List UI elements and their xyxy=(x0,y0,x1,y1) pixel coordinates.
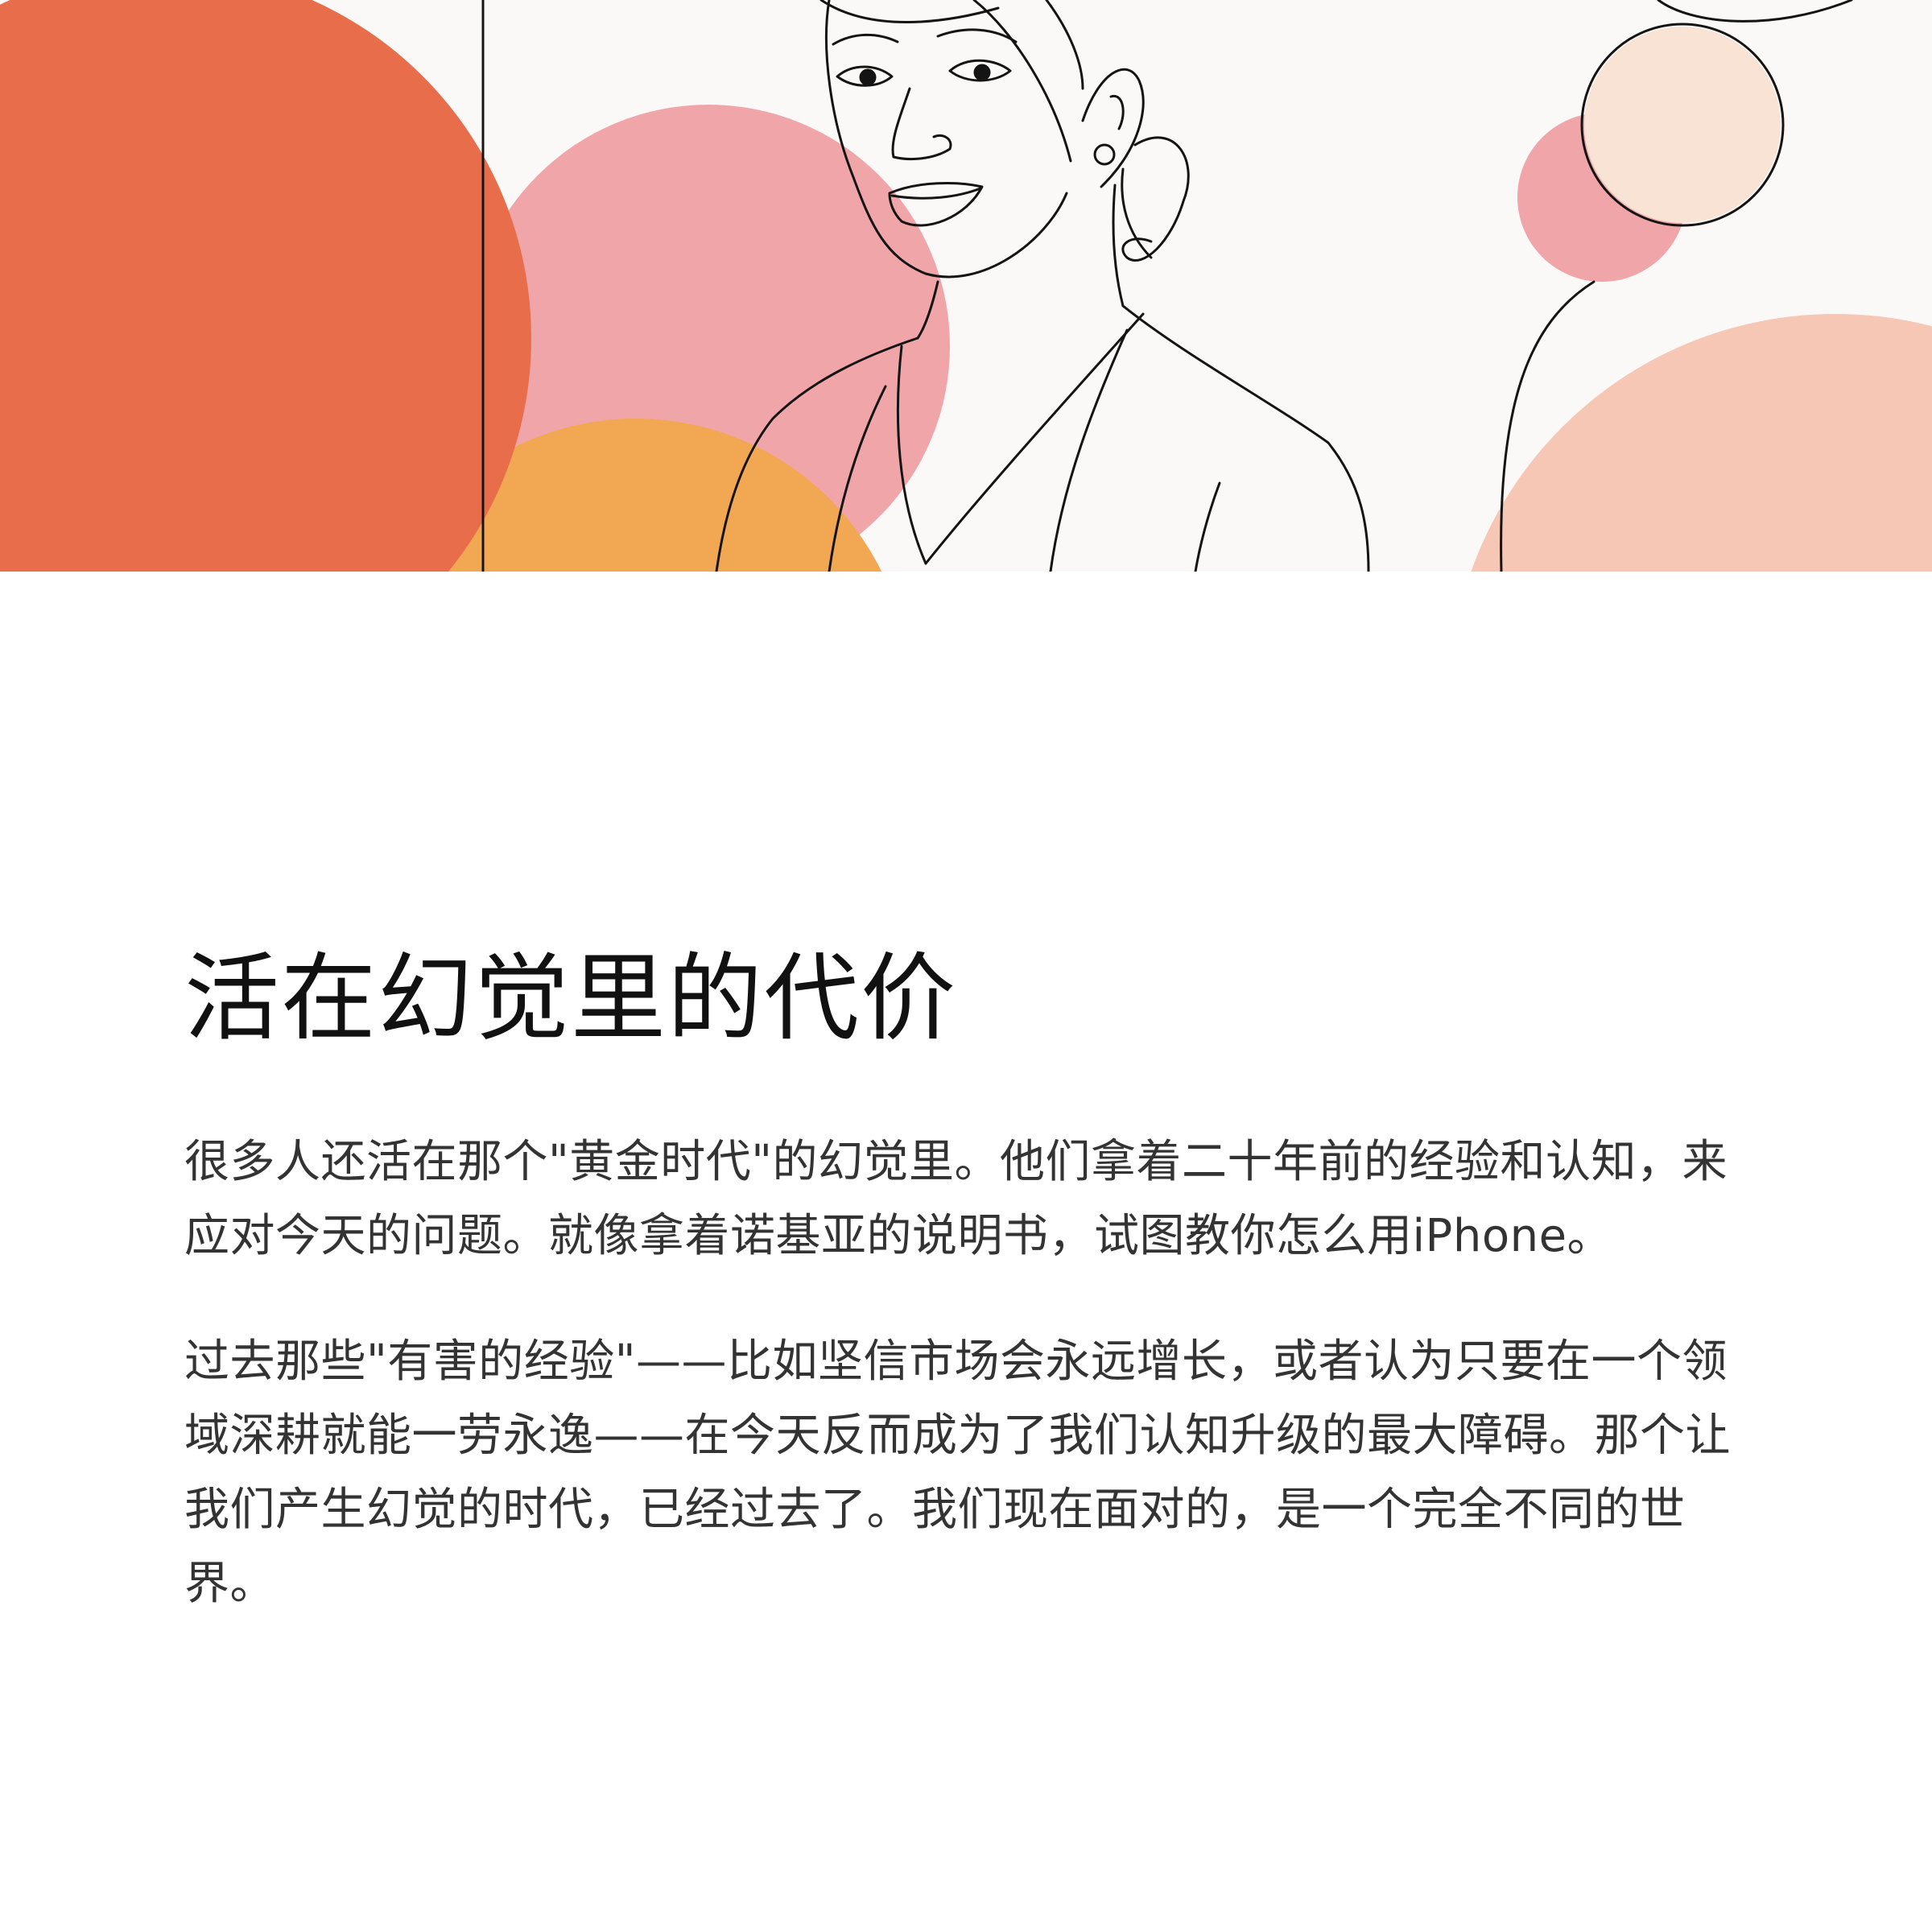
article-paragraph-2: 过去那些"有害的经验"——比如坚信市场会永远增长，或者认为只要在一个领域深耕就能… xyxy=(184,1335,1731,1610)
cream-circle-shape xyxy=(1584,27,1781,223)
hero-illustration xyxy=(0,0,1932,572)
peach-circle-shape xyxy=(1471,314,1932,572)
article-title: 活在幻觉里的代价 xyxy=(184,943,958,1054)
article-paragraph-1: 很多人还活在那个"黄金时代"的幻觉里。他们拿着二十年前的经验和认知，来应对今天的… xyxy=(184,1135,1728,1262)
article: 活在幻觉里的代价 很多人还活在那个"黄金时代"的幻觉里。他们拿着二十年前的经验和… xyxy=(184,942,1762,1621)
woman-line-portrait-illustration xyxy=(0,0,1932,572)
coral-circle-shape xyxy=(0,0,531,572)
